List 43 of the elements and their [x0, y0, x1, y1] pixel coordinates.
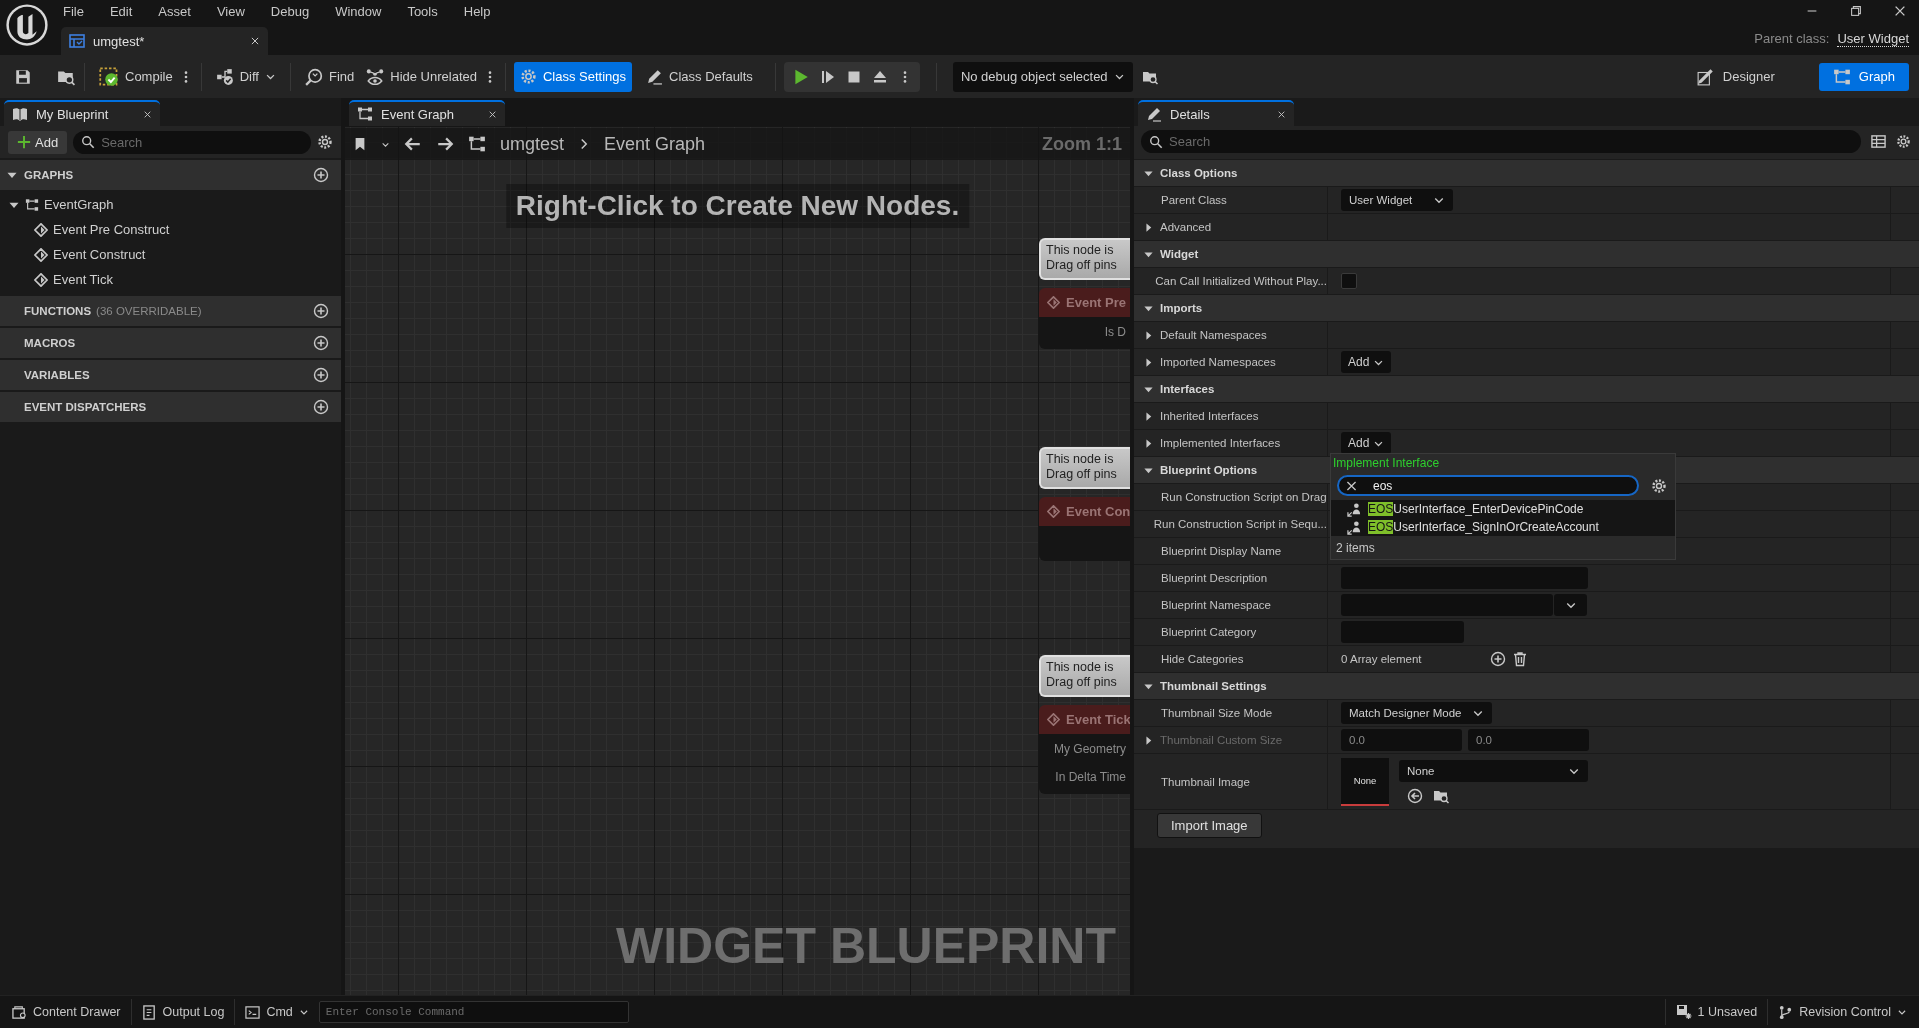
property-label: Blueprint Namespace	[1161, 599, 1271, 611]
property-label: Hide Categories	[1161, 653, 1244, 665]
node-comment: This node is Drag off pins	[1039, 447, 1130, 489]
section-title: GRAPHS	[24, 169, 74, 181]
property-label: Thumbnail Size Mode	[1161, 707, 1273, 719]
node-comment: This node is Drag off pins	[1039, 655, 1130, 697]
section-title: EVENT DISPATCHERS	[24, 401, 147, 413]
section-title: FUNCTIONS	[24, 305, 92, 317]
property-label: Can Call Initialized Without Play...	[1155, 275, 1327, 287]
category-title: Imports	[1160, 302, 1203, 314]
category-title: Class Options	[1160, 167, 1238, 179]
thumbnail-preview: None	[1341, 757, 1389, 806]
category-title: Blueprint Options	[1160, 464, 1258, 476]
property-label: Thumbnail Image	[1161, 775, 1250, 788]
parent-class-label: Parent class:	[1754, 31, 1830, 47]
node-pin-label: In Delta Time	[1055, 770, 1126, 784]
property-label: Run Construction Script on Drag	[1161, 491, 1327, 503]
property-label: Advanced	[1160, 221, 1212, 233]
property-label: Inherited Interfaces	[1160, 410, 1259, 422]
section-title: MACROS	[24, 337, 76, 349]
zoom-level: Zoom 1:1	[1042, 133, 1122, 155]
node-pin-label: My Geometry	[1054, 742, 1126, 756]
result-count: 2 items	[1335, 540, 1376, 555]
graph-type-label: WIDGET BLUEPRINT	[616, 917, 1116, 975]
property-label: Blueprint Description	[1161, 572, 1268, 584]
array-count: 0 Array element	[1341, 653, 1422, 665]
property-label: Blueprint Category	[1161, 626, 1257, 638]
section-title: VARIABLES	[24, 369, 90, 381]
property-label: Blueprint Display Name	[1161, 545, 1282, 557]
property-label: Default Namespaces	[1160, 329, 1267, 341]
canvas-hint: Right-Click to Create New Nodes.	[505, 184, 970, 228]
category-title: Widget	[1160, 248, 1199, 260]
node-comment: This node is Drag off pins	[1039, 238, 1130, 280]
category-title: Thumbnail Settings	[1160, 680, 1267, 692]
property-label: Thumbnail Custom Size	[1160, 734, 1283, 746]
section-note: (36 OVERRIDABLE)	[96, 305, 202, 317]
property-label: Run Construction Script in Sequ...	[1153, 518, 1327, 530]
popup-title: Implement Interface	[1332, 456, 1441, 472]
property-label: Parent Class	[1161, 194, 1227, 206]
category-title: Interfaces	[1160, 383, 1215, 395]
property-label: Imported Namespaces	[1160, 356, 1276, 368]
node-pin-label: Is D	[1104, 325, 1126, 339]
property-label: Implemented Interfaces	[1160, 437, 1281, 449]
